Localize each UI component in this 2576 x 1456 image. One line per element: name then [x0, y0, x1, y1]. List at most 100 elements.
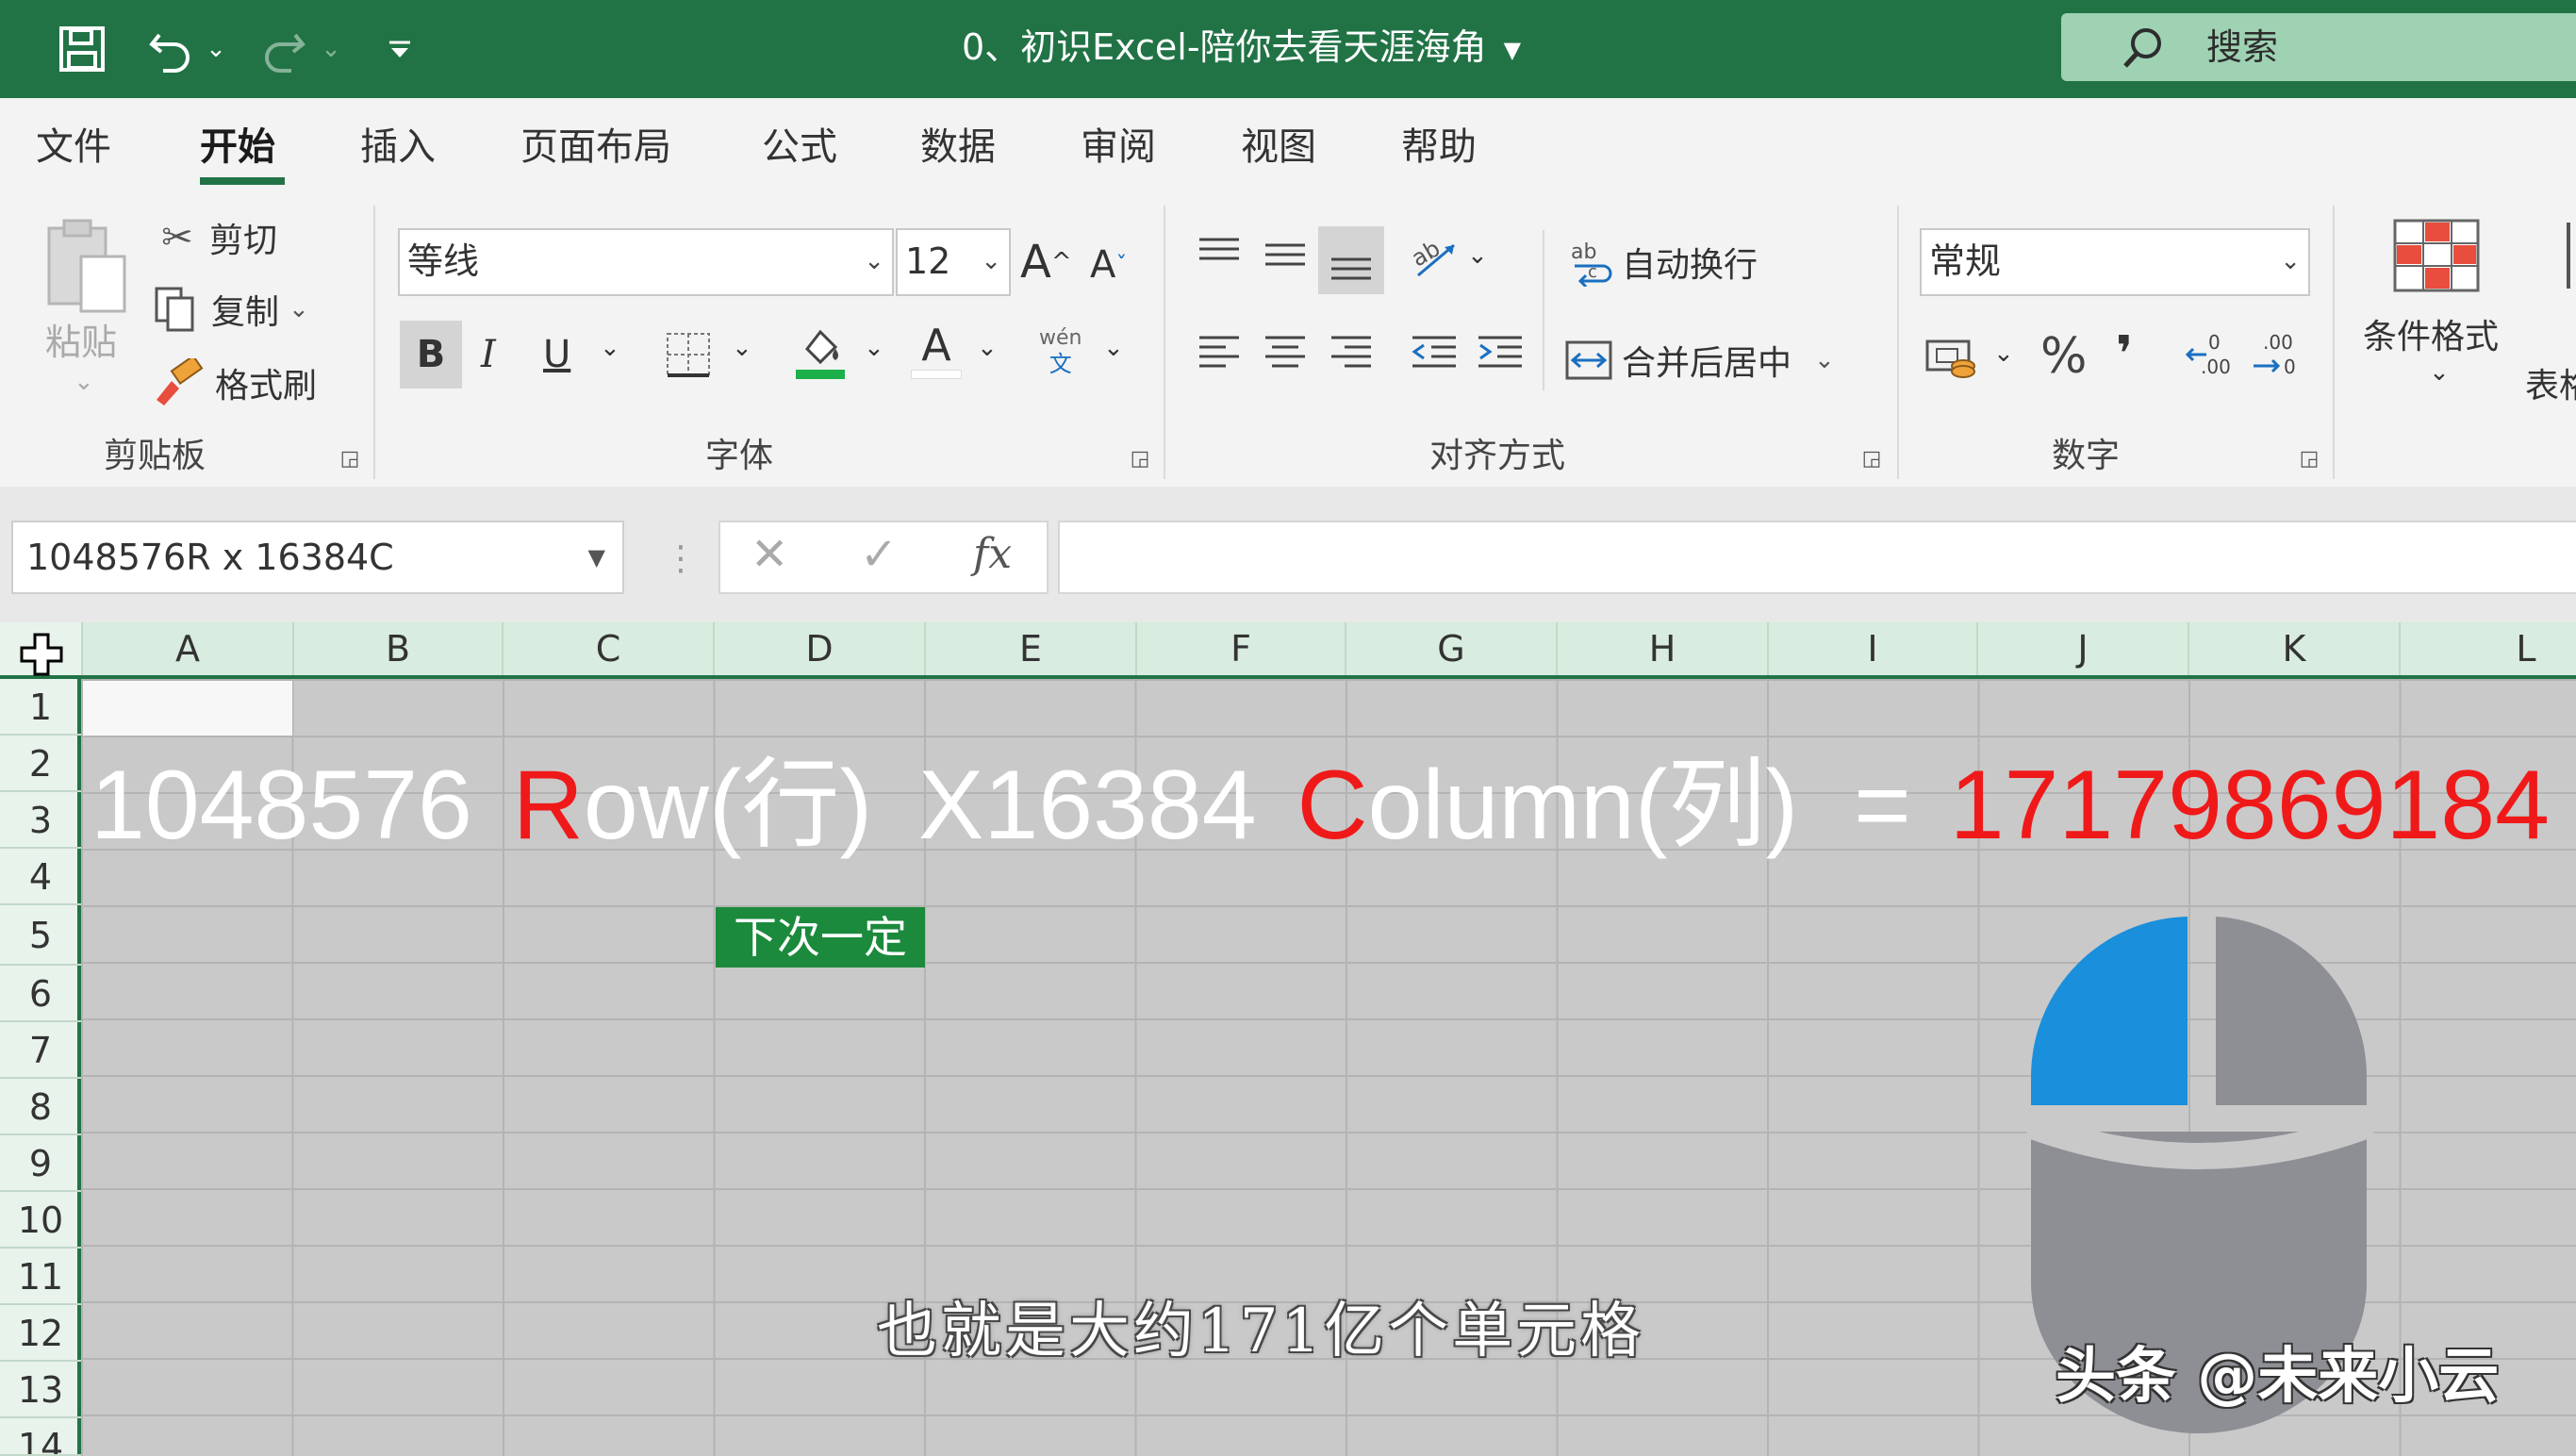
tab-home[interactable]: 开始 — [200, 119, 275, 175]
align-top-icon[interactable] — [1197, 232, 1241, 275]
enter-icon[interactable]: ✓ — [860, 528, 898, 581]
paste-icon[interactable] — [40, 215, 134, 323]
document-title[interactable]: 0、初识Excel-陪你去看天涯海角 ▼ — [962, 17, 1521, 77]
fill-color-icon[interactable] — [794, 324, 847, 381]
tab-review[interactable]: 审阅 — [1081, 119, 1156, 175]
column-header-h[interactable]: H — [1558, 622, 1769, 675]
comma-style-icon[interactable]: ❜ — [2116, 326, 2133, 383]
row-header[interactable]: 7 — [0, 1022, 81, 1079]
conditional-format-icon[interactable] — [2393, 219, 2480, 296]
decrease-indent-icon[interactable] — [1411, 332, 1458, 375]
percent-style-icon[interactable]: % — [2040, 328, 2087, 385]
bold-button[interactable]: B — [400, 321, 462, 389]
merge-center-dropdown-icon[interactable]: ⌄ — [1814, 346, 1835, 374]
align-middle-icon[interactable] — [1263, 232, 1307, 275]
number-launcher-icon[interactable]: ◲ — [2297, 447, 2321, 472]
underline-button[interactable]: U — [543, 321, 570, 389]
decrease-font-size-icon[interactable]: Aˇ — [1090, 234, 1127, 296]
number-format-combo[interactable]: 常规 ⌄ — [1920, 228, 2310, 296]
orientation-dropdown-icon[interactable]: ⌄ — [1467, 241, 1488, 270]
font-color-icon[interactable]: A — [911, 321, 962, 379]
merge-center-button[interactable]: 合并后居中 ⌄ — [1565, 330, 1835, 390]
fill-color-dropdown-icon[interactable]: ⌄ — [864, 334, 884, 362]
row-header[interactable]: 1 — [0, 679, 81, 736]
borders-icon[interactable] — [664, 330, 713, 379]
paste-button[interactable]: 粘贴 — [45, 313, 117, 365]
alignment-launcher-icon[interactable]: ◲ — [1859, 447, 1884, 472]
row-header[interactable]: 4 — [0, 849, 81, 905]
row-header[interactable]: 8 — [0, 1079, 81, 1135]
search-box[interactable]: 搜索 — [2061, 13, 2576, 81]
tab-formulas[interactable]: 公式 — [762, 119, 837, 175]
column-header-f[interactable]: F — [1137, 622, 1346, 675]
column-header-d[interactable]: D — [715, 622, 926, 675]
underline-dropdown-icon[interactable]: ⌄ — [600, 334, 620, 362]
insert-function-icon[interactable]: fx — [973, 530, 1012, 578]
select-all-button[interactable] — [0, 622, 83, 676]
undo-icon[interactable] — [141, 19, 198, 79]
paste-dropdown-icon[interactable]: ⌄ — [74, 368, 94, 396]
align-left-icon[interactable] — [1197, 332, 1241, 375]
wrap-text-button[interactable]: ab c 自动换行 — [1569, 232, 1758, 292]
orientation-icon[interactable]: ab — [1409, 232, 1461, 281]
italic-button[interactable]: I — [481, 321, 496, 389]
conditional-format-button[interactable]: 条件格式 — [2363, 309, 2499, 358]
customize-qat-icon[interactable] — [381, 19, 419, 79]
copy-dropdown-icon[interactable]: ⌄ — [289, 295, 309, 323]
column-header-c[interactable]: C — [504, 622, 715, 675]
clipboard-launcher-icon[interactable]: ◲ — [338, 447, 362, 472]
font-name-combo[interactable]: 等线 ⌄ — [398, 228, 894, 296]
row-header[interactable]: 12 — [0, 1305, 81, 1362]
tab-page-layout[interactable]: 页面布局 — [520, 119, 671, 175]
column-header-a[interactable]: A — [83, 622, 294, 675]
active-cell[interactable] — [83, 681, 292, 736]
tab-help[interactable]: 帮助 — [1401, 119, 1477, 175]
row-header[interactable]: 9 — [0, 1135, 81, 1192]
redo-dropdown-icon[interactable]: ⌄ — [317, 19, 345, 79]
copy-button[interactable]: 复制 ⌄ — [151, 285, 309, 334]
align-right-icon[interactable] — [1329, 332, 1373, 375]
column-header-b[interactable]: B — [294, 622, 504, 675]
save-icon[interactable] — [49, 19, 115, 79]
row-header[interactable]: 13 — [0, 1362, 81, 1418]
font-color-dropdown-icon[interactable]: ⌄ — [977, 334, 998, 362]
font-size-combo[interactable]: 12 ⌄ — [896, 228, 1011, 296]
row-header[interactable]: 11 — [0, 1249, 81, 1305]
row-header[interactable]: 3 — [0, 792, 81, 849]
title-dropdown-icon[interactable]: ▼ — [1504, 37, 1521, 63]
column-header-k[interactable]: K — [2189, 622, 2401, 675]
row-header[interactable]: 2 — [0, 736, 81, 792]
tab-view[interactable]: 视图 — [1241, 119, 1316, 175]
cut-button[interactable]: ✂ 剪切 — [157, 213, 277, 262]
phonetic-dropdown-icon[interactable]: ⌄ — [1103, 334, 1124, 362]
font-name-dropdown-icon[interactable]: ⌄ — [864, 230, 884, 292]
increase-font-size-icon[interactable]: A ^ — [1020, 228, 1072, 296]
increase-indent-icon[interactable] — [1477, 332, 1524, 375]
column-header-g[interactable]: G — [1346, 622, 1558, 675]
column-header-j[interactable]: J — [1978, 622, 2189, 675]
number-format-dropdown-icon[interactable]: ⌄ — [2280, 230, 2301, 292]
accounting-format-dropdown-icon[interactable]: ⌄ — [1993, 339, 2014, 368]
undo-dropdown-icon[interactable]: ⌄ — [202, 19, 230, 79]
redo-icon[interactable] — [256, 19, 313, 79]
formula-input[interactable] — [1058, 521, 2576, 594]
row-header[interactable]: 6 — [0, 966, 81, 1022]
next-time-button[interactable]: 下次一定 — [716, 907, 925, 968]
column-header-e[interactable]: E — [926, 622, 1137, 675]
column-header-l[interactable]: L — [2401, 622, 2576, 675]
accounting-format-icon[interactable] — [1924, 334, 1980, 381]
font-launcher-icon[interactable]: ◲ — [1128, 447, 1152, 472]
tab-data[interactable]: 数据 — [920, 119, 996, 175]
cancel-icon[interactable]: ✕ — [751, 528, 788, 581]
align-center-icon[interactable] — [1263, 332, 1307, 375]
row-header[interactable]: 10 — [0, 1192, 81, 1249]
row-header[interactable]: 5 — [0, 905, 81, 966]
column-header-i[interactable]: I — [1769, 622, 1978, 675]
format-table-button[interactable]: 表格 — [2525, 358, 2576, 407]
name-box[interactable]: 1048576R x 16384C ▼ — [11, 521, 624, 594]
font-size-dropdown-icon[interactable]: ⌄ — [981, 230, 1001, 292]
tab-insert[interactable]: 插入 — [360, 119, 436, 175]
conditional-format-dropdown-icon[interactable]: ⌄ — [2429, 358, 2450, 387]
increase-decimal-icon[interactable]: 0.00 — [2184, 330, 2237, 383]
tab-file[interactable]: 文件 — [36, 119, 111, 175]
